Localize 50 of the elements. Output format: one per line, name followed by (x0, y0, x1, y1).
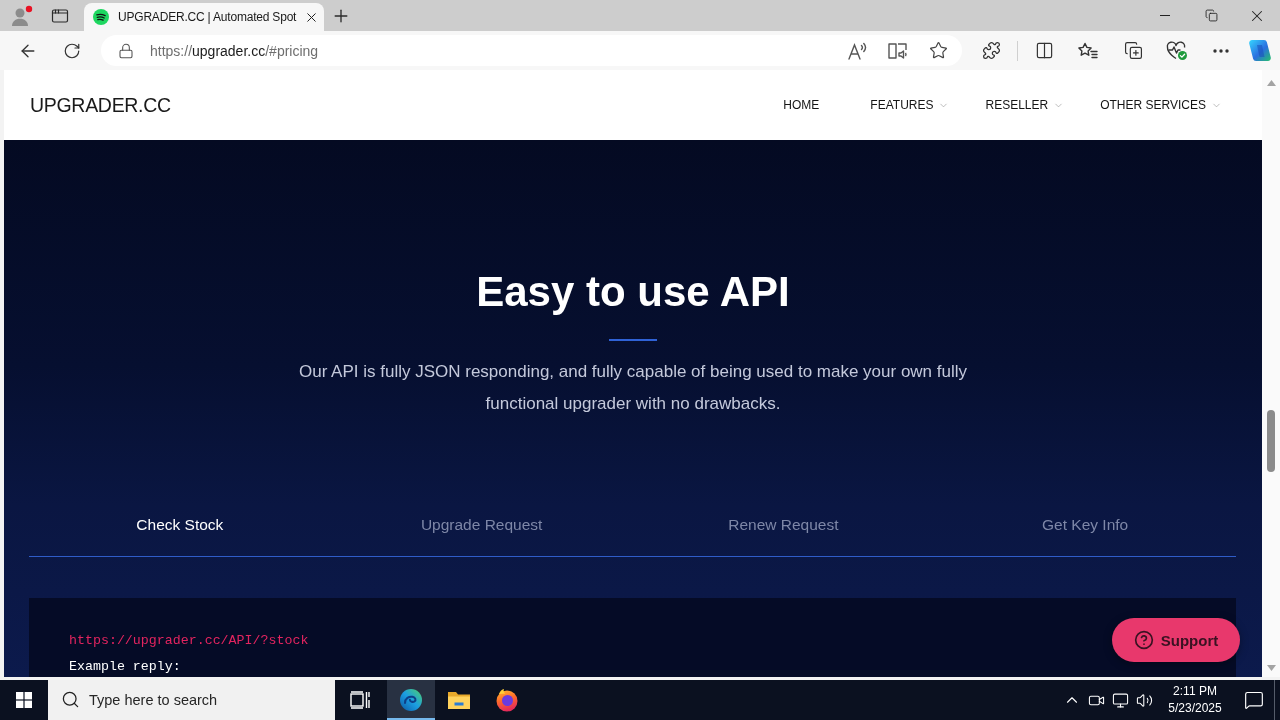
section-description: Our API is fully JSON responding, and fully capable of being used to make your own fully functional upgrader with no drawbacks. (297, 361, 969, 415)
nav-link[interactable]: FEATURES (870, 98, 950, 112)
api-tab[interactable]: Check Stock (29, 494, 331, 556)
monitor-icon (1111, 691, 1129, 709)
browser-logo-icon (399, 688, 423, 712)
refresh-icon (63, 41, 81, 60)
more-icon (1213, 48, 1229, 53)
app-logo-icon (1248, 38, 1272, 63)
taskbar-app-button[interactable] (387, 680, 435, 720)
lock-icon (118, 42, 134, 59)
restore-icon (1204, 9, 1218, 22)
scrollbar-thumb[interactable] (1267, 410, 1275, 472)
nav-link[interactable]: HOME (783, 98, 820, 112)
profile-icon (11, 4, 33, 27)
code-line: Example reply: (69, 658, 181, 676)
support-button[interactable]: Support (1112, 618, 1240, 662)
site-logo[interactable]: UPGRADER.CC (30, 93, 171, 117)
minimize-icon (1160, 15, 1170, 16)
windows-logo-icon (16, 692, 32, 708)
api-tab[interactable]: Upgrade Request (330, 494, 633, 556)
caret-up-icon (1266, 80, 1276, 86)
search-icon (61, 690, 80, 709)
folder-icon (447, 690, 471, 710)
caret-down-icon (1266, 665, 1276, 671)
favorites-list-icon (1078, 41, 1098, 60)
collections-icon (1123, 41, 1143, 60)
reader-icon (888, 41, 908, 60)
help-icon (1133, 630, 1154, 650)
search-field[interactable]: Type here to search (48, 680, 335, 720)
browser-tab[interactable]: UPGRADER.CC | Automated Spot (84, 3, 324, 31)
api-tab[interactable]: Get Key Info (934, 494, 1236, 556)
star-icon (928, 41, 948, 60)
heart-pulse-icon (1166, 40, 1188, 61)
task-view-icon (350, 691, 370, 709)
clock[interactable]: 2:11 PM 5/23/2025 (1160, 680, 1230, 720)
request-url: https://upgrader.cc/API/?stock (69, 632, 309, 650)
puzzle-icon (981, 41, 1001, 60)
api-tab[interactable]: Renew Request (632, 494, 935, 556)
split-screen-icon (1034, 41, 1054, 60)
section-title: Easy to use API (476, 267, 790, 317)
read-aloud-icon (848, 41, 868, 60)
nav-link[interactable]: RESELLER (985, 98, 1065, 112)
volume-icon (1135, 691, 1153, 709)
notification-icon (1244, 690, 1264, 710)
address-field[interactable]: https://upgrader.cc/#pricing (101, 35, 962, 66)
window-icon (51, 6, 69, 25)
accent-bar (609, 339, 657, 341)
nav-link[interactable]: OTHER SERVICES (1100, 98, 1222, 112)
browser-logo-icon (495, 688, 519, 712)
favicon-icon (93, 9, 109, 25)
